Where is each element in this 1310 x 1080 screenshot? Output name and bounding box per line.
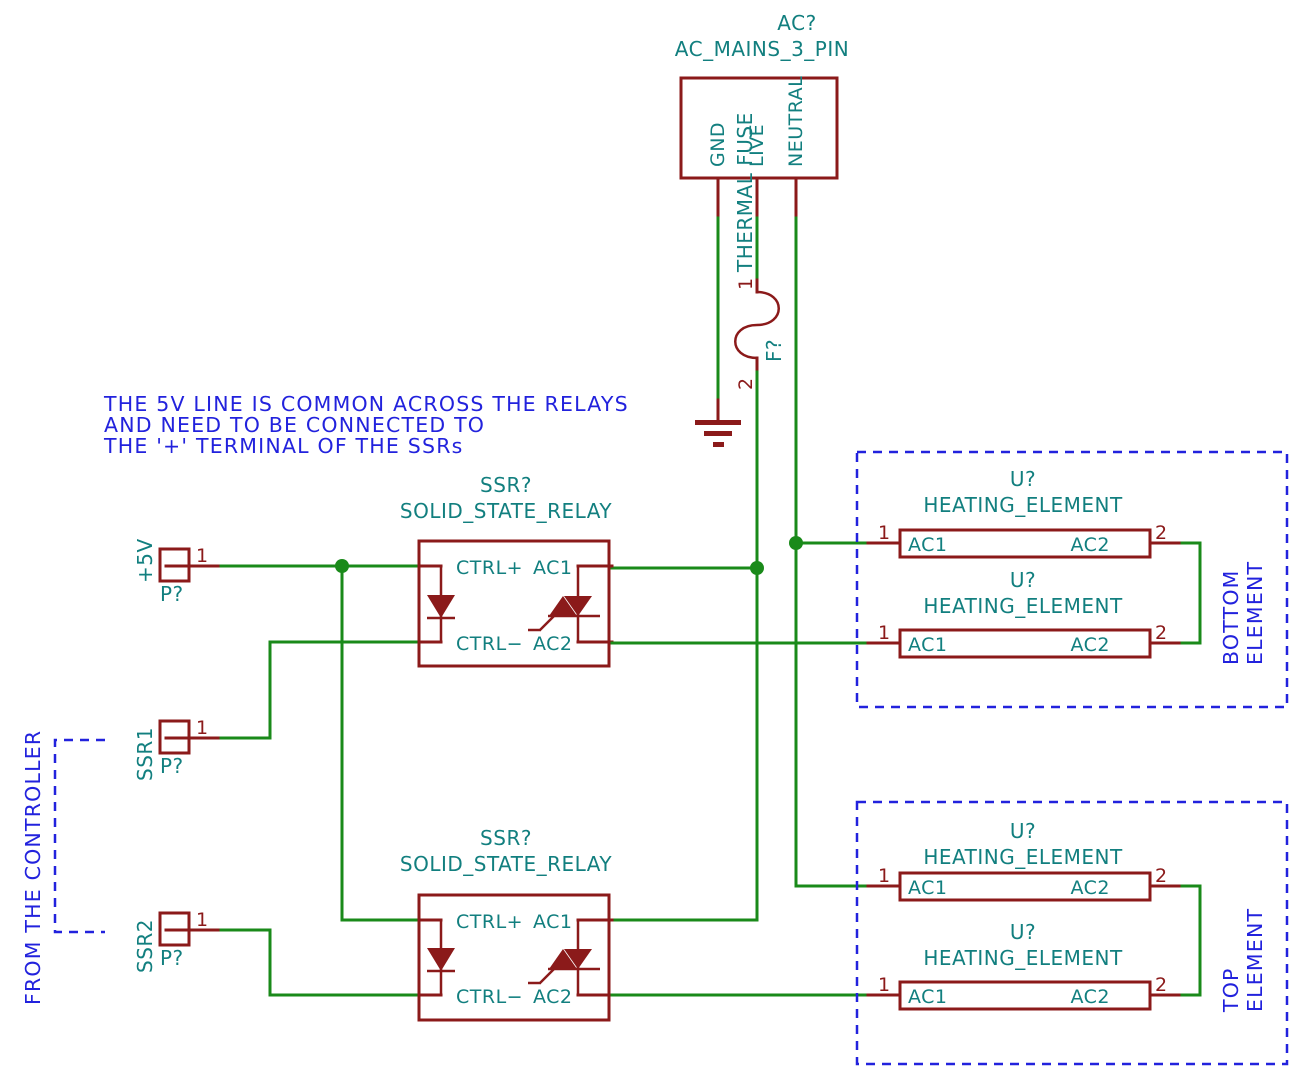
group-top-element: TOP ELEMENT U? HEATING_ELEMENT AC1 AC2 1… bbox=[855, 800, 1289, 1066]
connector-ssr2-pin-number: 1 bbox=[196, 909, 208, 931]
ssr-top-pin-ac1-label: AC1 bbox=[533, 557, 573, 579]
heating-element-2-pin1-label: AC1 bbox=[908, 634, 948, 656]
heating-element-3-pin2-number: 2 bbox=[1155, 865, 1167, 887]
junction-live-ssrtop bbox=[750, 561, 764, 575]
heating-element-4-reference: U? bbox=[1010, 920, 1036, 944]
ground-symbol-bar-3 bbox=[713, 442, 724, 447]
component-heating-element-2[interactable]: U? HEATING_ELEMENT AC1 AC2 1 2 bbox=[866, 568, 1184, 659]
junction-neutral-bottom-heater bbox=[789, 536, 803, 550]
connector-5v[interactable]: +5V 1 P? bbox=[133, 538, 223, 606]
heating-element-4-pin2-label: AC2 bbox=[1070, 986, 1110, 1008]
schematic-canvas: AC? AC_MAINS_3_PIN GND LIVE NEUTRAL 1 2 … bbox=[21, 11, 1289, 1066]
controller-bracket-group: FROM THE CONTROLLER bbox=[21, 730, 105, 1005]
heating-element-1-value: HEATING_ELEMENT bbox=[923, 493, 1123, 517]
component-heating-element-3[interactable]: U? HEATING_ELEMENT AC1 AC2 1 2 bbox=[866, 819, 1184, 902]
ssr-bottom-pin-ac2-label: AC2 bbox=[533, 986, 573, 1008]
heating-element-4-pin1-label: AC1 bbox=[908, 986, 948, 1008]
heating-element-3-pin1-number: 1 bbox=[878, 865, 890, 887]
heating-element-2-value: HEATING_ELEMENT bbox=[923, 594, 1123, 618]
heating-element-1-pin2-label: AC2 bbox=[1070, 534, 1110, 556]
component-ssr-bottom[interactable]: SSR? SOLID_STATE_RELAY CTRL+ AC1 CTRL− A… bbox=[400, 826, 614, 1022]
ssr-bottom-pin-ctrln-label: CTRL− bbox=[456, 986, 523, 1008]
top-element-group-label-1: TOP bbox=[1219, 967, 1243, 1013]
heating-element-4-pin1-number: 1 bbox=[878, 974, 890, 996]
heating-element-3-pin1-label: AC1 bbox=[908, 877, 948, 899]
heating-element-2-reference: U? bbox=[1010, 568, 1036, 592]
ssr-bottom-value: SOLID_STATE_RELAY bbox=[400, 852, 612, 876]
control-nets bbox=[219, 559, 421, 997]
ac-mains-pin-gnd-label: GND bbox=[707, 122, 729, 167]
group-bottom-element: BOTTOM ELEMENT U? HEATING_ELEMENT AC1 AC… bbox=[855, 450, 1289, 709]
ssr-top-pin-ctrln-label: CTRL− bbox=[456, 633, 523, 655]
wire-ssr2-to-ssrbottom-ctrln[interactable] bbox=[219, 928, 421, 997]
heating-element-4-value: HEATING_ELEMENT bbox=[923, 946, 1123, 970]
heating-element-4-pin2-number: 2 bbox=[1155, 974, 1167, 996]
bottom-element-group-label-1: BOTTOM bbox=[1219, 569, 1243, 665]
fuse-pin1-number: 1 bbox=[735, 278, 757, 290]
connector-ssr1-label: SSR1 bbox=[133, 727, 157, 781]
ssr-bottom-pin-ctrlp-label: CTRL+ bbox=[456, 911, 523, 933]
ssr-top-led-triangle bbox=[427, 595, 455, 618]
connector-5v-reference: P? bbox=[160, 582, 184, 606]
ssr-bottom-led-triangle bbox=[427, 948, 455, 971]
controller-bracket bbox=[53, 738, 105, 934]
wire-bottom-element-series-link[interactable] bbox=[1180, 541, 1202, 645]
wire-ssr1-to-ssrtop-ctrln[interactable] bbox=[219, 640, 421, 740]
ac-mains-reference: AC? bbox=[777, 11, 816, 35]
component-heating-element-1[interactable]: U? HEATING_ELEMENT AC1 AC2 1 2 bbox=[866, 467, 1184, 559]
fuse-pin2-number: 2 bbox=[735, 378, 757, 390]
neutral-net bbox=[789, 216, 902, 888]
heating-element-3-pin2-label: AC2 bbox=[1070, 877, 1110, 899]
ac-mains-value: AC_MAINS_3_PIN bbox=[675, 37, 849, 61]
ssr-top-value: SOLID_STATE_RELAY bbox=[400, 499, 612, 523]
connector-ssr2-label: SSR2 bbox=[133, 919, 157, 973]
component-heating-element-4[interactable]: U? HEATING_ELEMENT AC1 AC2 1 2 bbox=[866, 920, 1184, 1011]
top-element-group-box bbox=[855, 800, 1289, 1066]
component-ssr-top[interactable]: SSR? SOLID_STATE_RELAY CTRL+ AC1 CTRL− A… bbox=[400, 473, 614, 668]
component-ac-mains[interactable]: AC? AC_MAINS_3_PIN GND LIVE NEUTRAL bbox=[675, 11, 849, 220]
connector-ssr2-reference: P? bbox=[160, 946, 184, 970]
heating-element-1-pin2-number: 2 bbox=[1155, 522, 1167, 544]
heating-element-1-pin1-number: 1 bbox=[878, 522, 890, 544]
note-line-3: THE '+' TERMINAL OF THE SSRs bbox=[103, 434, 464, 458]
connector-ssr1[interactable]: SSR1 1 P? bbox=[133, 717, 223, 781]
connector-ssr1-pin-number: 1 bbox=[196, 717, 208, 739]
fuse-value: THERMAL FUSE bbox=[733, 112, 757, 273]
ground-symbol-bar-1 bbox=[695, 420, 741, 425]
heating-element-2-pin1-number: 1 bbox=[878, 622, 890, 644]
connector-5v-label: +5V bbox=[133, 538, 157, 583]
heating-element-2-pin2-number: 2 bbox=[1155, 622, 1167, 644]
wire-top-element-series-link[interactable] bbox=[1180, 884, 1202, 997]
bottom-element-group-label-2: ELEMENT bbox=[1243, 561, 1267, 665]
controller-label: FROM THE CONTROLLER bbox=[21, 730, 45, 1005]
connector-ssr1-reference: P? bbox=[160, 754, 184, 778]
ssr-bottom-pin-ac1-label: AC1 bbox=[533, 911, 573, 933]
ssr-bottom-reference: SSR? bbox=[480, 826, 532, 850]
heating-element-1-reference: U? bbox=[1010, 467, 1036, 491]
ssr-top-pin-ctrlp-label: CTRL+ bbox=[456, 557, 523, 579]
heating-element-2-pin2-label: AC2 bbox=[1070, 634, 1110, 656]
heating-element-3-reference: U? bbox=[1010, 819, 1036, 843]
ground-symbol-bar-2 bbox=[704, 431, 732, 436]
heating-element-1-pin1-label: AC1 bbox=[908, 534, 948, 556]
connector-ssr2[interactable]: SSR2 1 P? bbox=[133, 909, 223, 973]
ssr-top-pin-ac2-label: AC2 bbox=[533, 633, 573, 655]
connector-5v-pin-number: 1 bbox=[196, 545, 208, 567]
schematic-sheet: AC? AC_MAINS_3_PIN GND LIVE NEUTRAL 1 2 … bbox=[0, 0, 1310, 1080]
heating-element-3-value: HEATING_ELEMENT bbox=[923, 845, 1123, 869]
top-element-group-label-2: ELEMENT bbox=[1243, 908, 1267, 1012]
ac-mains-pin-neutral-label: NEUTRAL bbox=[785, 76, 807, 167]
note-relay-5v: THE 5V LINE IS COMMON ACROSS THE RELAYS … bbox=[103, 392, 628, 458]
fuse-reference: F? bbox=[762, 339, 786, 362]
ssr-top-reference: SSR? bbox=[480, 473, 532, 497]
live-net bbox=[610, 370, 764, 922]
